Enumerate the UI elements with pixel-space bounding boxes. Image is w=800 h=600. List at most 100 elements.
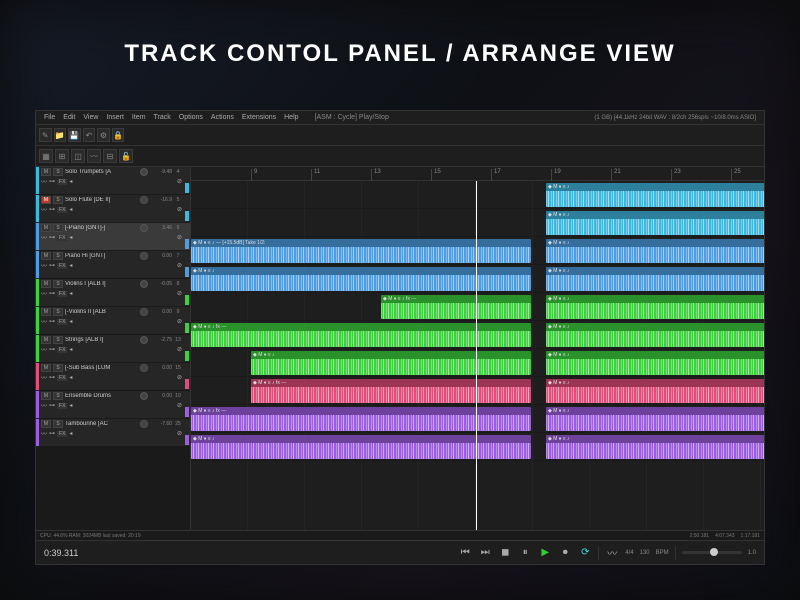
input-icon[interactable]: ◂ bbox=[69, 430, 72, 437]
env-icon[interactable]: 〰 bbox=[41, 205, 47, 214]
rate-slider[interactable] bbox=[682, 551, 742, 554]
env-icon[interactable]: 〰 bbox=[41, 345, 47, 354]
mute-button[interactable]: M bbox=[41, 392, 51, 400]
track-header[interactable]: M S Piano Hi [GNT] 0.00 7 〰 ⊶ FX ◂ ⊘ bbox=[36, 251, 190, 279]
route-icon[interactable]: ⊶ bbox=[49, 234, 55, 241]
media-clip[interactable]: ◆ M ♦ ≡ ♪ fx — bbox=[381, 295, 531, 319]
menu-edit[interactable]: Edit bbox=[59, 113, 79, 122]
media-clip[interactable]: ◆ M ♦ ≡ ♪ bbox=[546, 239, 764, 263]
phase-icon[interactable]: ⊘ bbox=[177, 178, 182, 185]
input-icon[interactable]: ◂ bbox=[69, 374, 72, 381]
media-clip[interactable]: ◆ M ♦ ≡ ♪ bbox=[546, 183, 764, 207]
tool-ripple-icon[interactable]: ◫ bbox=[71, 149, 85, 163]
env-icon[interactable]: 〰 bbox=[41, 289, 47, 298]
solo-button[interactable]: S bbox=[53, 168, 63, 176]
input-icon[interactable]: ◂ bbox=[69, 262, 72, 269]
route-icon[interactable]: ⊶ bbox=[49, 178, 55, 185]
track-lane[interactable]: ◆ M ♦ ≡ ♪◆ M ♦ ≡ ♪ bbox=[191, 433, 764, 461]
pan-knob[interactable] bbox=[140, 224, 148, 232]
pan-knob[interactable] bbox=[140, 392, 148, 400]
track-lane[interactable]: ◆ M ♦ ≡ ♪ — [+15.5dB] Take 1/2: ◆ M ♦ ≡ ♪ bbox=[191, 237, 764, 265]
timeline-ruler[interactable]: 91113151719212325 bbox=[191, 167, 764, 181]
env-icon[interactable]: 〰 bbox=[41, 317, 47, 326]
menu-actions[interactable]: Actions bbox=[207, 113, 238, 122]
menu-file[interactable]: File bbox=[40, 113, 59, 122]
track-header[interactable]: M S [-Violins II [ALB 0.00 9 〰 ⊶ FX ◂ ⊘ bbox=[36, 307, 190, 335]
pan-knob[interactable] bbox=[140, 252, 148, 260]
fx-button[interactable]: FX bbox=[57, 263, 67, 269]
media-clip[interactable]: ◆ M ♦ ≡ ♪ fx — bbox=[191, 407, 531, 431]
solo-button[interactable]: S bbox=[53, 252, 63, 260]
mute-button[interactable]: M bbox=[41, 168, 51, 176]
track-lane[interactable]: ◆ M ♦ ≡ ♪ fx —◆ M ♦ ≡ ♪ bbox=[191, 293, 764, 321]
track-lanes[interactable]: ◆ M ♦ ≡ ♪◆ M ♦ ≡ ♪◆ M ♦ ≡ ♪ — [+15.5dB] … bbox=[191, 181, 764, 530]
tool-group-icon[interactable]: ⊟ bbox=[103, 149, 117, 163]
tool-undo-icon[interactable]: ↶ bbox=[83, 128, 96, 142]
solo-button[interactable]: S bbox=[53, 392, 63, 400]
media-clip[interactable]: ◆ M ♦ ≡ ♪ bbox=[251, 351, 531, 375]
track-header[interactable]: M S Ensemble Drums 0.00 10 〰 ⊶ FX ◂ ⊘ bbox=[36, 391, 190, 419]
track-lane[interactable]: ◆ M ♦ ≡ ♪◆ M ♦ ≡ ♪ bbox=[191, 349, 764, 377]
media-clip[interactable]: ◆ M ♦ ≡ ♪ fx — bbox=[251, 379, 531, 403]
input-icon[interactable]: ◂ bbox=[69, 318, 72, 325]
solo-button[interactable]: S bbox=[53, 280, 63, 288]
phase-icon[interactable]: ⊘ bbox=[177, 402, 182, 409]
mute-button[interactable]: M bbox=[41, 224, 51, 232]
tool-lock2-icon[interactable]: 🔓 bbox=[119, 149, 133, 163]
phase-icon[interactable]: ⊘ bbox=[177, 290, 182, 297]
skip-start-icon[interactable]: ⏮ bbox=[458, 546, 472, 560]
tool-grid-icon[interactable]: ▦ bbox=[39, 149, 53, 163]
tool-env-icon[interactable]: 〰 bbox=[87, 149, 101, 163]
route-icon[interactable]: ⊶ bbox=[49, 290, 55, 297]
env-icon[interactable]: 〰 bbox=[41, 233, 47, 242]
solo-button[interactable]: S bbox=[53, 196, 63, 204]
fx-button[interactable]: FX bbox=[57, 291, 67, 297]
media-clip[interactable]: ◆ M ♦ ≡ ♪ — [+15.5dB] Take 1/2: bbox=[191, 239, 531, 263]
fx-button[interactable]: FX bbox=[57, 347, 67, 353]
tool-settings-icon[interactable]: ⚙ bbox=[97, 128, 110, 142]
mute-button[interactable]: M bbox=[41, 196, 51, 204]
solo-button[interactable]: S bbox=[53, 308, 63, 316]
env-icon[interactable]: 〰 bbox=[41, 261, 47, 270]
track-header[interactable]: M S Strings [ALB I] -2.75 13 〰 ⊶ FX ◂ ⊘ bbox=[36, 335, 190, 363]
media-clip[interactable]: ◆ M ♦ ≡ ♪ bbox=[546, 379, 764, 403]
mute-button[interactable]: M bbox=[41, 280, 51, 288]
env-icon[interactable]: 〰 bbox=[41, 401, 47, 410]
route-icon[interactable]: ⊶ bbox=[49, 262, 55, 269]
media-clip[interactable]: ◆ M ♦ ≡ ♪ fx — bbox=[191, 323, 531, 347]
input-icon[interactable]: ◂ bbox=[69, 178, 72, 185]
input-icon[interactable]: ◂ bbox=[69, 402, 72, 409]
menu-insert[interactable]: Insert bbox=[102, 113, 128, 122]
media-clip[interactable]: ◆ M ♦ ≡ ♪ bbox=[546, 323, 764, 347]
phase-icon[interactable]: ⊘ bbox=[177, 318, 182, 325]
fx-button[interactable]: FX bbox=[57, 403, 67, 409]
track-lane[interactable]: ◆ M ♦ ≡ ♪ fx —◆ M ♦ ≡ ♪ bbox=[191, 405, 764, 433]
track-header[interactable]: M S [-Sub Bass [LUM 0.00 15 〰 ⊶ FX ◂ ⊘ bbox=[36, 363, 190, 391]
track-lane[interactable]: ◆ M ♦ ≡ ♪◆ M ♦ ≡ ♪ bbox=[191, 265, 764, 293]
route-icon[interactable]: ⊶ bbox=[49, 402, 55, 409]
fx-button[interactable]: FX bbox=[57, 179, 67, 185]
skip-end-icon[interactable]: ⏭ bbox=[478, 546, 492, 560]
env-icon[interactable]: 〰 bbox=[41, 177, 47, 186]
fx-button[interactable]: FX bbox=[57, 235, 67, 241]
pan-knob[interactable] bbox=[140, 364, 148, 372]
media-clip[interactable]: ◆ M ♦ ≡ ♪ bbox=[546, 435, 764, 459]
mute-button[interactable]: M bbox=[41, 252, 51, 260]
media-clip[interactable]: ◆ M ♦ ≡ ♪ bbox=[191, 267, 531, 291]
fx-button[interactable]: FX bbox=[57, 319, 67, 325]
menu-help[interactable]: Help bbox=[280, 113, 302, 122]
track-header[interactable]: M S Solo Trumpets [A -9.48 4 〰 ⊶ FX ◂ ⊘ bbox=[36, 167, 190, 195]
play-icon[interactable]: ▶ bbox=[538, 546, 552, 560]
route-icon[interactable]: ⊶ bbox=[49, 346, 55, 353]
input-icon[interactable]: ◂ bbox=[69, 234, 72, 241]
menu-extensions[interactable]: Extensions bbox=[238, 113, 280, 122]
mute-button[interactable]: M bbox=[41, 420, 51, 428]
route-icon[interactable]: ⊶ bbox=[49, 318, 55, 325]
tool-new-icon[interactable]: ✎ bbox=[39, 128, 52, 142]
menu-view[interactable]: View bbox=[79, 113, 102, 122]
track-lane[interactable]: ◆ M ♦ ≡ ♪ bbox=[191, 181, 764, 209]
pan-knob[interactable] bbox=[140, 196, 148, 204]
pause-icon[interactable]: ⏸ bbox=[518, 546, 532, 560]
track-header[interactable]: M S Solo Flute [DE II] -16.9 5 〰 ⊶ FX ◂ … bbox=[36, 195, 190, 223]
pan-knob[interactable] bbox=[140, 168, 148, 176]
